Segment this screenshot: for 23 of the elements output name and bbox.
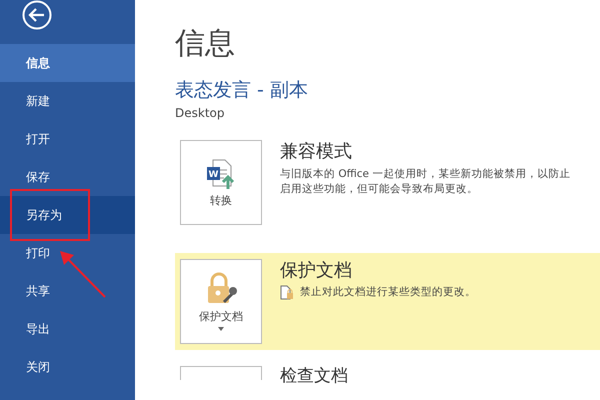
section-title: 检查文档 xyxy=(280,366,348,386)
section-description: 启用这些功能，但可能会导致布局更改。 xyxy=(280,182,479,197)
section-title: 保护文档 xyxy=(280,259,353,283)
section-title: 兼容模式 xyxy=(280,140,353,164)
sidebar-item[interactable]: 导出 xyxy=(0,310,135,348)
document-location: Desktop xyxy=(175,106,226,120)
sidebar-item[interactable]: 另存为 xyxy=(0,196,135,234)
locked-document-icon xyxy=(280,285,294,300)
section-description: 与旧版本的 Office 一起使用时，某些新功能被禁用，以防止 xyxy=(280,167,570,182)
document-name: 表态发言 - 副本 xyxy=(175,78,309,102)
sidebar-item[interactable]: 打开 xyxy=(0,120,135,158)
section-description: 禁止对此文档进行某些类型的更改。 xyxy=(300,285,476,300)
sidebar-item[interactable]: 关闭 xyxy=(0,348,135,386)
page-title: 信息 xyxy=(175,25,236,63)
sidebar-item[interactable]: 新建 xyxy=(0,82,135,120)
convert-button[interactable]: W 转换 xyxy=(180,140,262,225)
protect-document-button[interactable]: 保护文档 xyxy=(180,259,262,344)
annotation-arrow xyxy=(58,249,108,299)
caret-icon xyxy=(218,327,224,331)
sidebar-item[interactable]: 保存 xyxy=(0,158,135,196)
sidebar-item[interactable]: 打印 xyxy=(0,234,135,272)
sidebar-item[interactable]: 共享 xyxy=(0,272,135,310)
sidebar-item[interactable]: 信息 xyxy=(0,44,135,82)
